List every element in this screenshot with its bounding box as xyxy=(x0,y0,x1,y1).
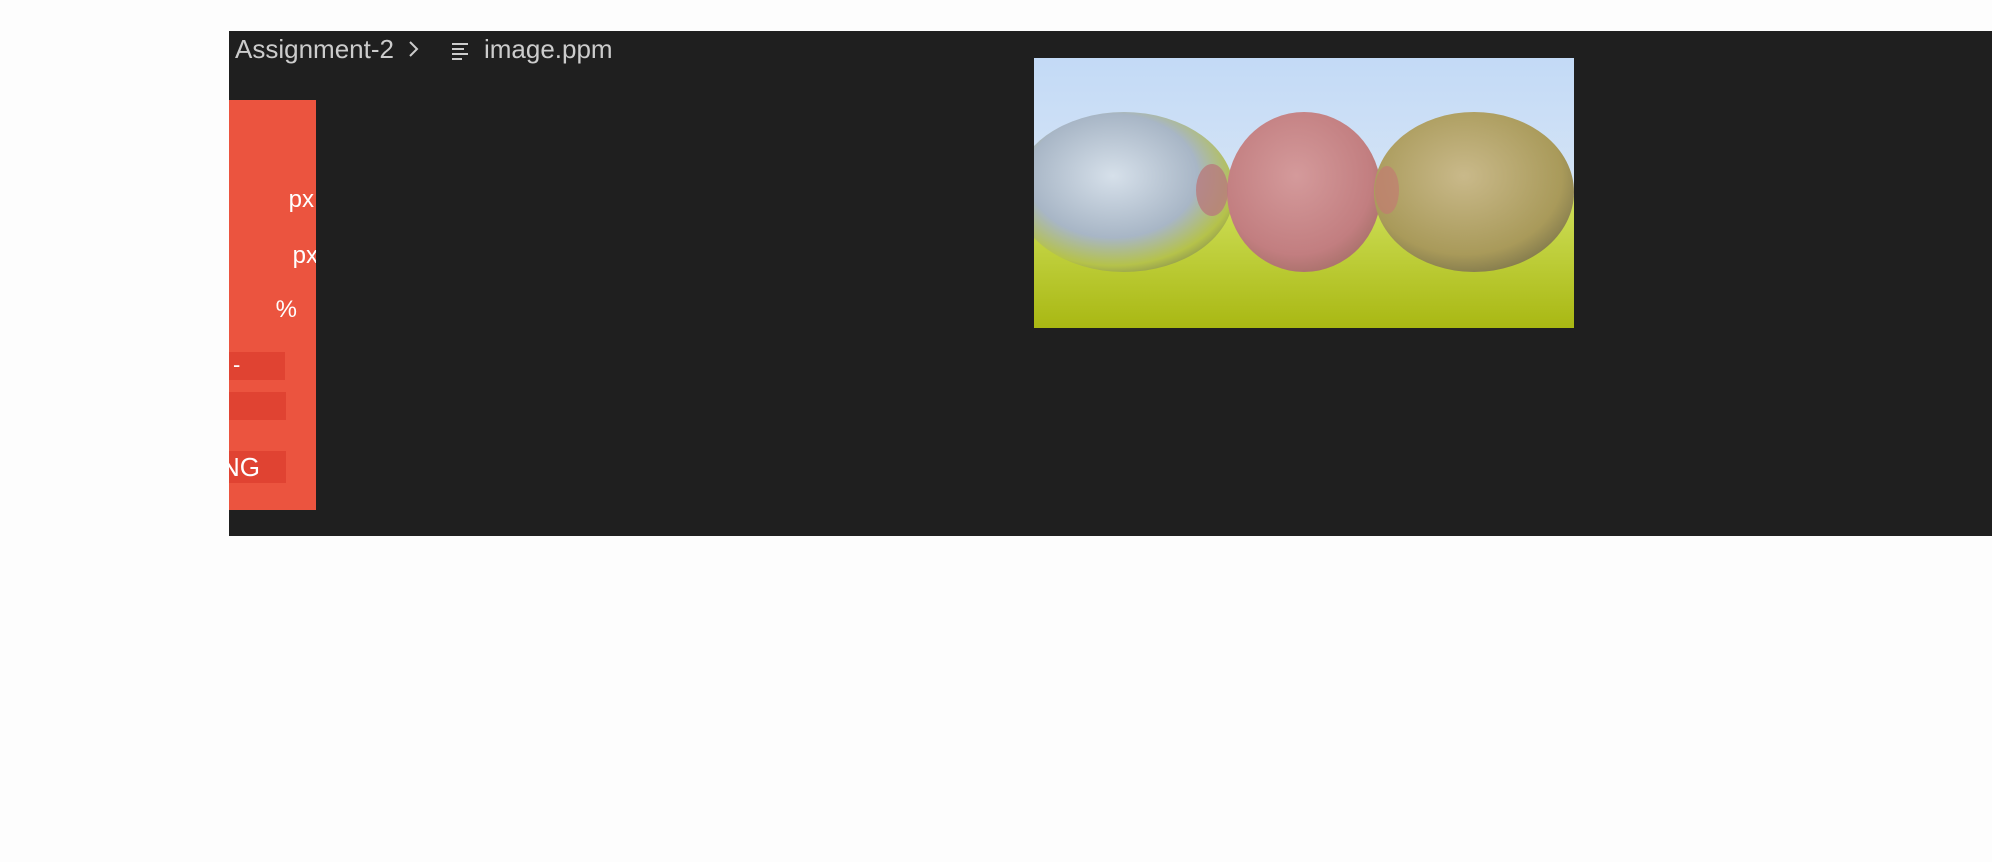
panel-value: px xyxy=(292,242,316,269)
panel-field[interactable]: - xyxy=(229,352,285,380)
breadcrumb-folder[interactable]: Assignment-2 xyxy=(235,34,394,65)
panel-button-label: NG xyxy=(229,452,260,482)
breadcrumb-file[interactable]: image.ppm xyxy=(484,34,613,65)
panel-field[interactable] xyxy=(229,392,286,420)
breadcrumb: Assignment-2 image.ppm xyxy=(229,31,613,67)
panel-button[interactable]: NG xyxy=(229,451,286,483)
editor-area: Assignment-2 image.ppm px px % - NG xyxy=(229,31,1992,536)
side-panel: px px % - NG xyxy=(229,100,316,510)
panel-value: px xyxy=(288,186,314,213)
panel-field-value: - xyxy=(233,352,241,377)
chevron-right-icon xyxy=(400,35,428,63)
lines-file-icon xyxy=(450,38,472,60)
sphere-metal-right xyxy=(1374,112,1574,272)
image-preview xyxy=(1034,58,1574,328)
panel-value: % xyxy=(275,296,297,323)
sphere-diffuse-center xyxy=(1227,112,1381,272)
